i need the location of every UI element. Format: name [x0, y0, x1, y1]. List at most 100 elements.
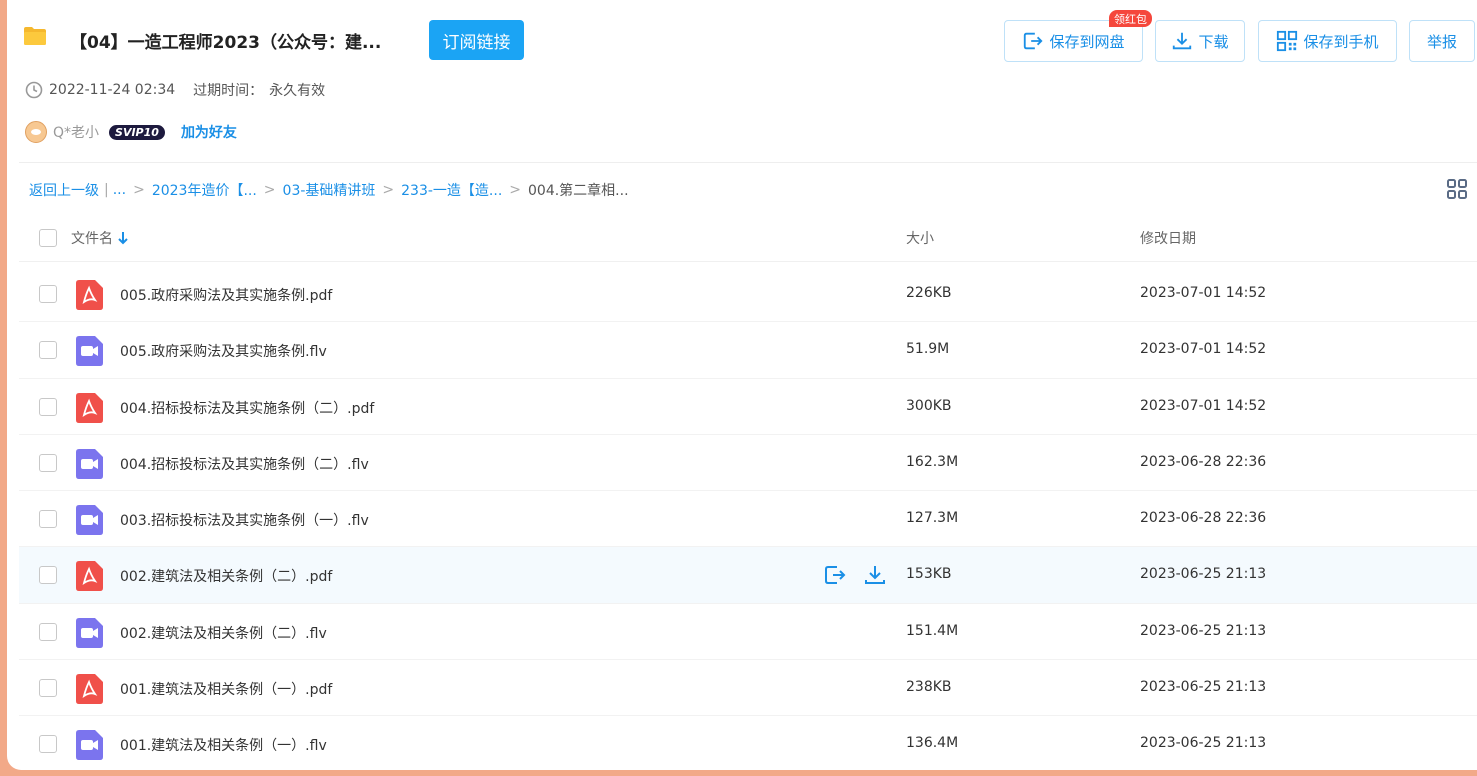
video-file-icon — [76, 448, 103, 479]
file-name: 004.招标投标法及其实施条例（二）.flv — [120, 456, 369, 473]
file-size: 136.4M — [906, 735, 959, 752]
file-size: 300KB — [906, 397, 952, 414]
video-file-icon — [76, 505, 103, 536]
file-name: 005.政府采购法及其实施条例.pdf — [120, 288, 333, 304]
sharer-info: Q*老小 SVIP10 加为好友 — [25, 121, 237, 143]
row-checkbox[interactable] — [39, 735, 57, 754]
breadcrumb-bar: | — [104, 182, 109, 198]
table-row[interactable]: 004.招标投标法及其实施条例（二）.flv 162.3M 2023-06-28… — [19, 435, 1477, 492]
file-date: 2023-06-25 21:13 — [1140, 679, 1267, 696]
table-row[interactable]: 005.政府采购法及其实施条例.flv 51.9M 2023-07-01 14:… — [19, 322, 1477, 379]
file-size: 151.4M — [906, 622, 959, 639]
file-size: 51.9M — [906, 341, 950, 358]
table-row[interactable]: 005.政府采购法及其实施条例.pdf 226KB 2023-07-01 14:… — [19, 266, 1477, 323]
select-all-checkbox[interactable] — [39, 229, 57, 247]
pdf-file-icon — [76, 561, 103, 592]
column-name-label: 文件名 — [71, 231, 113, 247]
row-checkbox[interactable] — [39, 622, 57, 641]
share-title: 【04】一造工程师2023（公众号：建... — [70, 33, 382, 53]
breadcrumb-current: 004.第二章相... — [528, 183, 629, 199]
file-size: 226KB — [906, 285, 952, 301]
save-to-cloud-icon — [1024, 32, 1044, 50]
file-name: 004.招标投标法及其实施条例（二）.pdf — [120, 400, 375, 417]
column-size-header[interactable]: 大小 — [906, 228, 934, 248]
breadcrumb-item[interactable]: 233-一造【造... — [401, 180, 502, 200]
table-row[interactable]: 003.招标投标法及其实施条例（一）.flv 127.3M 2023-06-28… — [19, 491, 1477, 548]
row-checkbox[interactable] — [39, 566, 57, 585]
pdf-file-icon — [76, 674, 103, 705]
file-name: 002.建筑法及相关条例（二）.flv — [120, 625, 327, 642]
table-row[interactable]: 001.建筑法及相关条例（一）.pdf 238KB 2023-06-25 21:… — [19, 660, 1477, 717]
file-size: 153KB — [906, 566, 952, 583]
file-date: 2023-06-25 21:13 — [1140, 622, 1267, 639]
file-name: 003.招标投标法及其实施条例（一）.flv — [120, 513, 369, 530]
avatar[interactable] — [25, 121, 47, 143]
breadcrumb-separator: > — [382, 182, 395, 198]
file-size: 238KB — [906, 679, 952, 696]
file-name: 002.建筑法及相关条例（二）.pdf — [120, 569, 333, 586]
sharer-name: Q*老小 — [53, 125, 100, 141]
row-checkbox[interactable] — [39, 341, 57, 360]
folder-icon — [24, 27, 46, 45]
save-to-phone-label: 保存到手机 — [1303, 32, 1379, 51]
file-date: 2023-06-28 22:36 — [1140, 453, 1267, 470]
file-date: 2023-07-01 14:52 — [1140, 341, 1267, 358]
file-date: 2023-07-01 14:52 — [1140, 285, 1267, 301]
share-meta: 2022-11-24 02:34 过期时间： 永久有效 — [25, 80, 325, 100]
file-date: 2023-06-25 21:13 — [1140, 735, 1267, 752]
file-size: 162.3M — [906, 453, 959, 470]
file-list: 005.政府采购法及其实施条例.pdf 226KB 2023-07-01 14:… — [19, 266, 1477, 770]
row-save-icon[interactable] — [823, 563, 847, 587]
file-name: 001.建筑法及相关条例（一）.flv — [120, 738, 327, 755]
breadcrumb: 返回上一级 | ... > 2023年造价【... > 03-基础精讲班 > 2… — [29, 180, 629, 200]
vip-badge: SVIP10 — [109, 124, 165, 140]
pdf-file-icon — [76, 280, 103, 310]
breadcrumb-separator: > — [133, 182, 145, 198]
back-link[interactable]: 返回上一级 — [29, 180, 99, 200]
row-checkbox[interactable] — [39, 285, 57, 303]
save-to-cloud-label: 保存到网盘 — [1049, 32, 1125, 51]
file-name: 001.建筑法及相关条例（一）.pdf — [120, 682, 333, 699]
file-size: 127.3M — [906, 510, 959, 527]
row-checkbox[interactable] — [39, 397, 57, 416]
breadcrumb-separator: > — [263, 182, 276, 198]
report-button[interactable]: 举报 — [1409, 20, 1475, 62]
breadcrumb-separator: > — [509, 182, 521, 198]
table-row[interactable]: 002.建筑法及相关条例（二）.pdf 153KB 2023-06-25 21:… — [19, 547, 1477, 604]
grid-view-icon[interactable] — [1446, 178, 1468, 200]
row-download-icon[interactable] — [863, 563, 887, 587]
header-divider — [19, 162, 1477, 163]
row-checkbox[interactable] — [39, 679, 57, 698]
clock-icon — [25, 81, 43, 99]
table-header: 文件名 大小 修改日期 — [19, 212, 1477, 262]
expire-label: 过期时间： — [193, 83, 264, 99]
subscribe-button[interactable]: 订阅链接 — [429, 20, 524, 60]
created-time: 2022-11-24 02:34 — [49, 82, 176, 98]
column-date-header[interactable]: 修改日期 — [1140, 228, 1196, 248]
share-panel: 【04】一造工程师2023（公众号：建... 订阅链接 保存到网盘 领红包 下载 — [7, 0, 1477, 770]
download-button[interactable]: 下载 — [1155, 20, 1245, 62]
save-to-phone-button[interactable]: 保存到手机 — [1258, 20, 1397, 62]
expire-value: 永久有效 — [269, 83, 326, 99]
qr-code-icon — [1277, 30, 1298, 52]
table-row[interactable]: 004.招标投标法及其实施条例（二）.pdf 300KB 2023-07-01 … — [19, 379, 1477, 435]
breadcrumb-ellipsis[interactable]: ... — [113, 182, 126, 198]
pdf-file-icon — [76, 392, 103, 423]
file-name: 005.政府采购法及其实施条例.flv — [120, 344, 327, 361]
file-date: 2023-06-28 22:36 — [1140, 510, 1267, 527]
video-file-icon — [76, 617, 103, 648]
row-checkbox[interactable] — [39, 453, 57, 472]
add-friend-link[interactable]: 加为好友 — [181, 122, 237, 142]
table-row[interactable]: 002.建筑法及相关条例（二）.flv 151.4M 2023-06-25 21… — [19, 604, 1477, 661]
sort-down-icon — [118, 232, 128, 245]
breadcrumb-item[interactable]: 2023年造价【... — [152, 180, 257, 200]
row-checkbox[interactable] — [39, 510, 57, 529]
table-row[interactable]: 001.建筑法及相关条例（一）.flv 136.4M 2023-06-25 21… — [19, 716, 1477, 770]
file-date: 2023-06-25 21:13 — [1140, 566, 1267, 583]
download-icon — [1173, 32, 1192, 50]
redpack-badge[interactable]: 领红包 — [1109, 10, 1152, 27]
video-file-icon — [76, 336, 103, 367]
download-label: 下载 — [1198, 32, 1229, 51]
column-name-header[interactable]: 文件名 — [71, 228, 129, 248]
breadcrumb-item[interactable]: 03-基础精讲班 — [283, 180, 376, 200]
